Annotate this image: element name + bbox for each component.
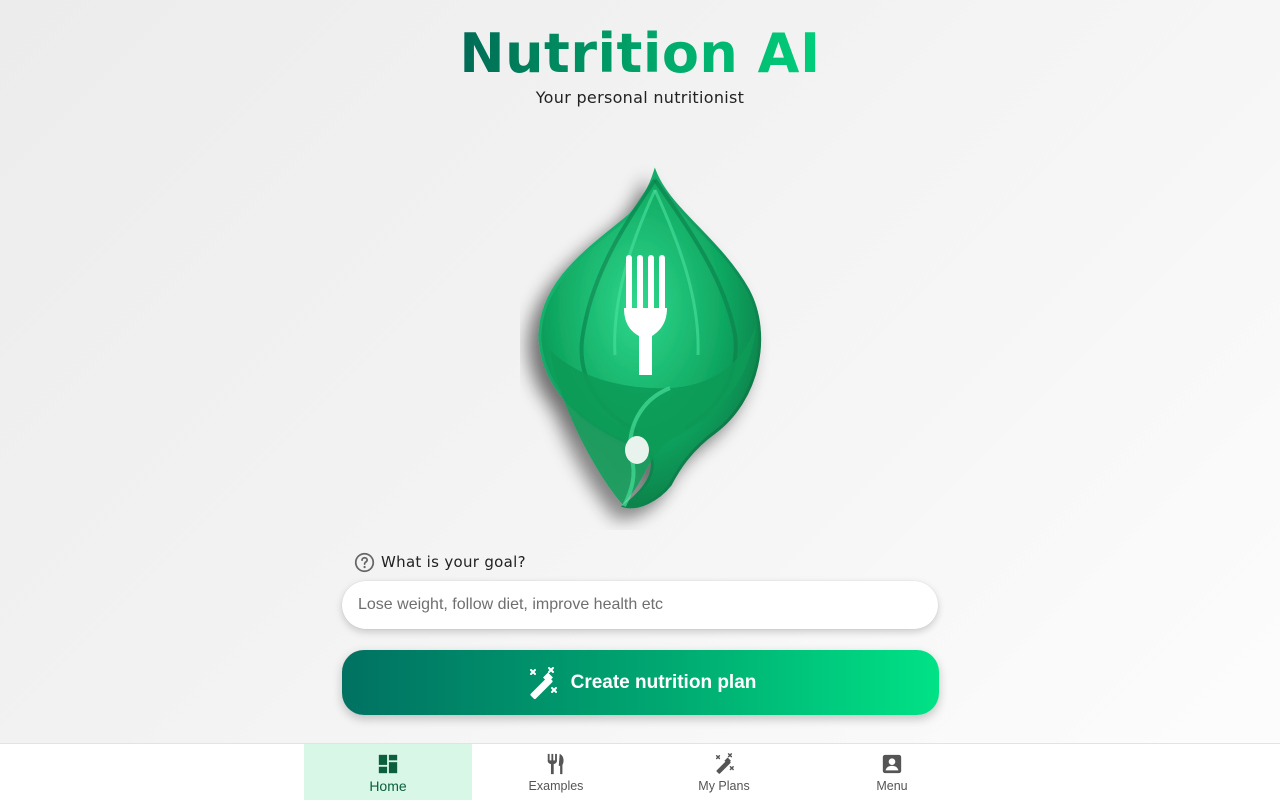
nav-label-home: Home <box>369 778 407 794</box>
leaf-fork-logo <box>520 150 780 530</box>
nav-label-my-plans: My Plans <box>698 779 750 793</box>
app-subtitle: Your personal nutritionist <box>535 88 745 107</box>
nav-item-my-plans[interactable]: My Plans <box>640 744 808 800</box>
account-box-icon <box>881 753 903 775</box>
bottom-navigation: Home Examples My Plans Menu <box>0 743 1280 800</box>
magic-wand-icon <box>525 666 559 700</box>
magic-wand-icon <box>713 753 735 775</box>
nav-item-examples[interactable]: Examples <box>472 744 640 800</box>
goal-label: What is your goal? <box>381 553 526 571</box>
nav-item-home[interactable]: Home <box>304 744 472 800</box>
nav-item-menu[interactable]: Menu <box>808 744 976 800</box>
app-title: Nutrition AI <box>459 22 821 85</box>
goal-label-row: What is your goal? <box>354 551 526 573</box>
app-header: Nutrition AI Your personal nutritionist <box>0 22 1280 107</box>
goal-input[interactable] <box>342 581 938 629</box>
dashboard-icon <box>377 753 399 775</box>
utensils-icon <box>545 753 567 775</box>
nav-label-menu: Menu <box>876 779 908 793</box>
nav-label-examples: Examples <box>528 779 584 793</box>
create-nutrition-plan-label: Create nutrition plan <box>570 671 757 693</box>
create-nutrition-plan-button[interactable]: Create nutrition plan <box>342 650 939 715</box>
question-circle-icon[interactable] <box>354 552 375 573</box>
